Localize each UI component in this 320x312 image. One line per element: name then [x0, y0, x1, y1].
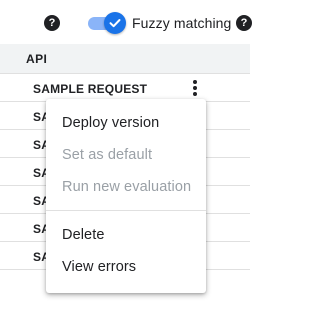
- table-header: API: [0, 44, 250, 74]
- menu-item-deploy-version[interactable]: Deploy version: [46, 107, 206, 139]
- column-header-api[interactable]: API: [26, 52, 47, 66]
- menu-item-set-as-default: Set as default: [62, 147, 153, 163]
- api-cell: SAMPLE REQUEST: [33, 82, 148, 96]
- toolbar: ? Fuzzy matching ?: [0, 0, 252, 44]
- menu-divider: [46, 210, 206, 211]
- check-icon: [109, 19, 121, 28]
- help-icon[interactable]: ?: [236, 15, 252, 31]
- help-icon[interactable]: ?: [44, 15, 60, 31]
- table-row[interactable]: SAMPLE REQUEST: [0, 74, 250, 102]
- menu-item-delete[interactable]: Delete: [46, 219, 206, 251]
- fuzzy-matching-label: Fuzzy matching: [132, 15, 232, 31]
- menu-item-run-new-evaluation: Run new evaluation: [62, 179, 192, 195]
- menu-item-view-errors[interactable]: View errors: [46, 251, 206, 283]
- more-vert-icon[interactable]: [188, 79, 202, 97]
- toggle-thumb: [104, 12, 126, 34]
- row-actions-menu: Deploy version Set as default Run new ev…: [46, 99, 206, 293]
- fuzzy-matching-toggle[interactable]: [86, 12, 126, 34]
